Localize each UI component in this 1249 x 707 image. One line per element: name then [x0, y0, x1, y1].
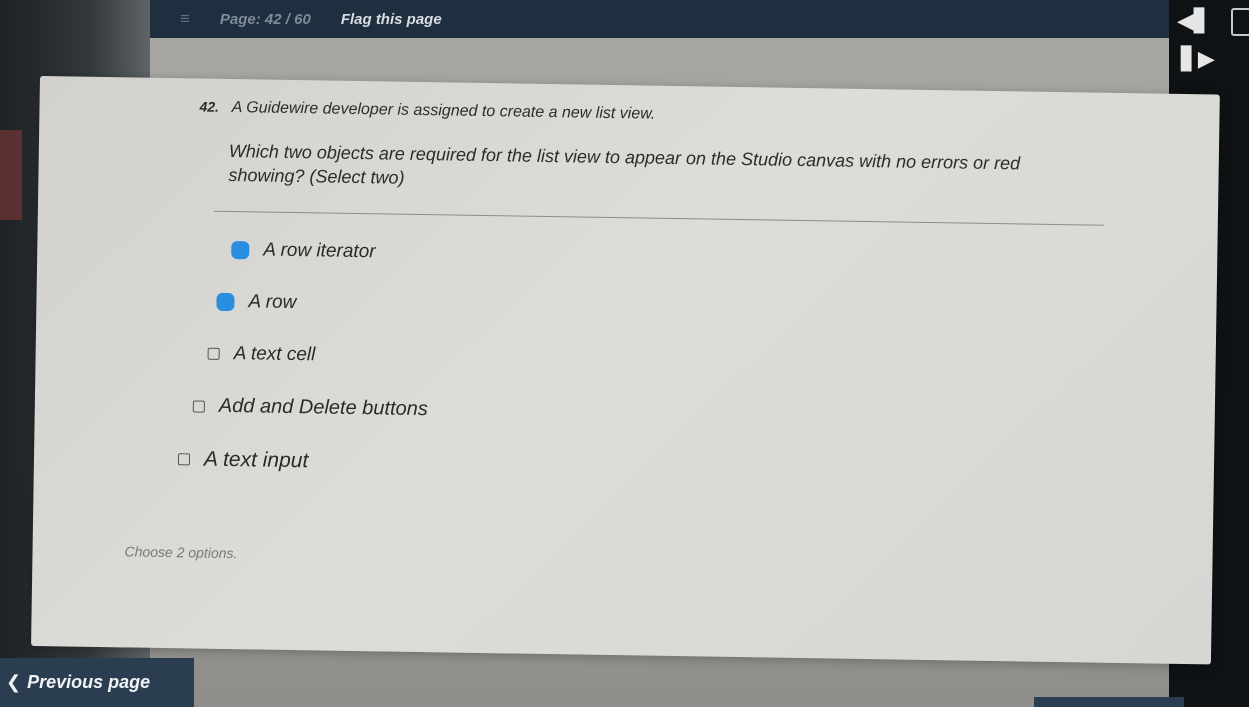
previous-page-button[interactable]: ❮ Previous page: [0, 658, 194, 707]
option-text-input[interactable]: A text input: [177, 447, 427, 475]
question-number: 42.: [199, 98, 220, 115]
option-row[interactable]: A row: [216, 291, 429, 316]
expand-right-icon[interactable]: ▋▶: [1181, 48, 1215, 70]
option-text-cell[interactable]: A text cell: [207, 343, 428, 368]
option-label: A text cell: [233, 343, 316, 366]
hamburger-menu-icon[interactable]: ≡: [180, 9, 190, 29]
checkbox-checked-icon[interactable]: [216, 292, 235, 312]
page-indicator: Page: 42 / 60: [219, 10, 311, 28]
option-label: Add and Delete buttons: [218, 394, 429, 421]
option-label: A row: [248, 291, 297, 314]
checkbox-checked-icon[interactable]: [231, 241, 250, 260]
option-label: A text input: [203, 447, 309, 473]
previous-page-label: Previous page: [27, 672, 151, 692]
checkbox-icon[interactable]: [177, 453, 191, 466]
chevron-left-icon: ❮: [6, 672, 22, 692]
next-page-button[interactable]: [1034, 697, 1184, 707]
top-toolbar: ≡ Page: 42 / 60 Flag this page: [150, 0, 1170, 38]
divider: [213, 210, 1104, 226]
collapse-left-icon[interactable]: ◀▋: [1177, 10, 1211, 32]
option-label: A row iterator: [263, 239, 376, 263]
answer-options: A row iterator A row A text cell Add and…: [177, 238, 430, 505]
question-lead: A Guidewire developer is assigned to cre…: [231, 99, 656, 123]
question-stem: Which two objects are required for the l…: [228, 140, 1021, 188]
selection-hint: Choose 2 options.: [124, 543, 238, 562]
question-card: 42. A Guidewire developer is assigned to…: [31, 76, 1220, 665]
panel-toggle-icon[interactable]: [1231, 8, 1249, 36]
option-add-delete-buttons[interactable]: Add and Delete buttons: [192, 394, 429, 421]
checkbox-icon[interactable]: [192, 399, 205, 413]
flag-page-button[interactable]: Flag this page: [341, 11, 442, 28]
option-row-iterator[interactable]: A row iterator: [231, 239, 430, 264]
question-block: 42. A Guidewire developer is assigned to…: [198, 97, 1099, 201]
checkbox-icon[interactable]: [207, 347, 220, 360]
